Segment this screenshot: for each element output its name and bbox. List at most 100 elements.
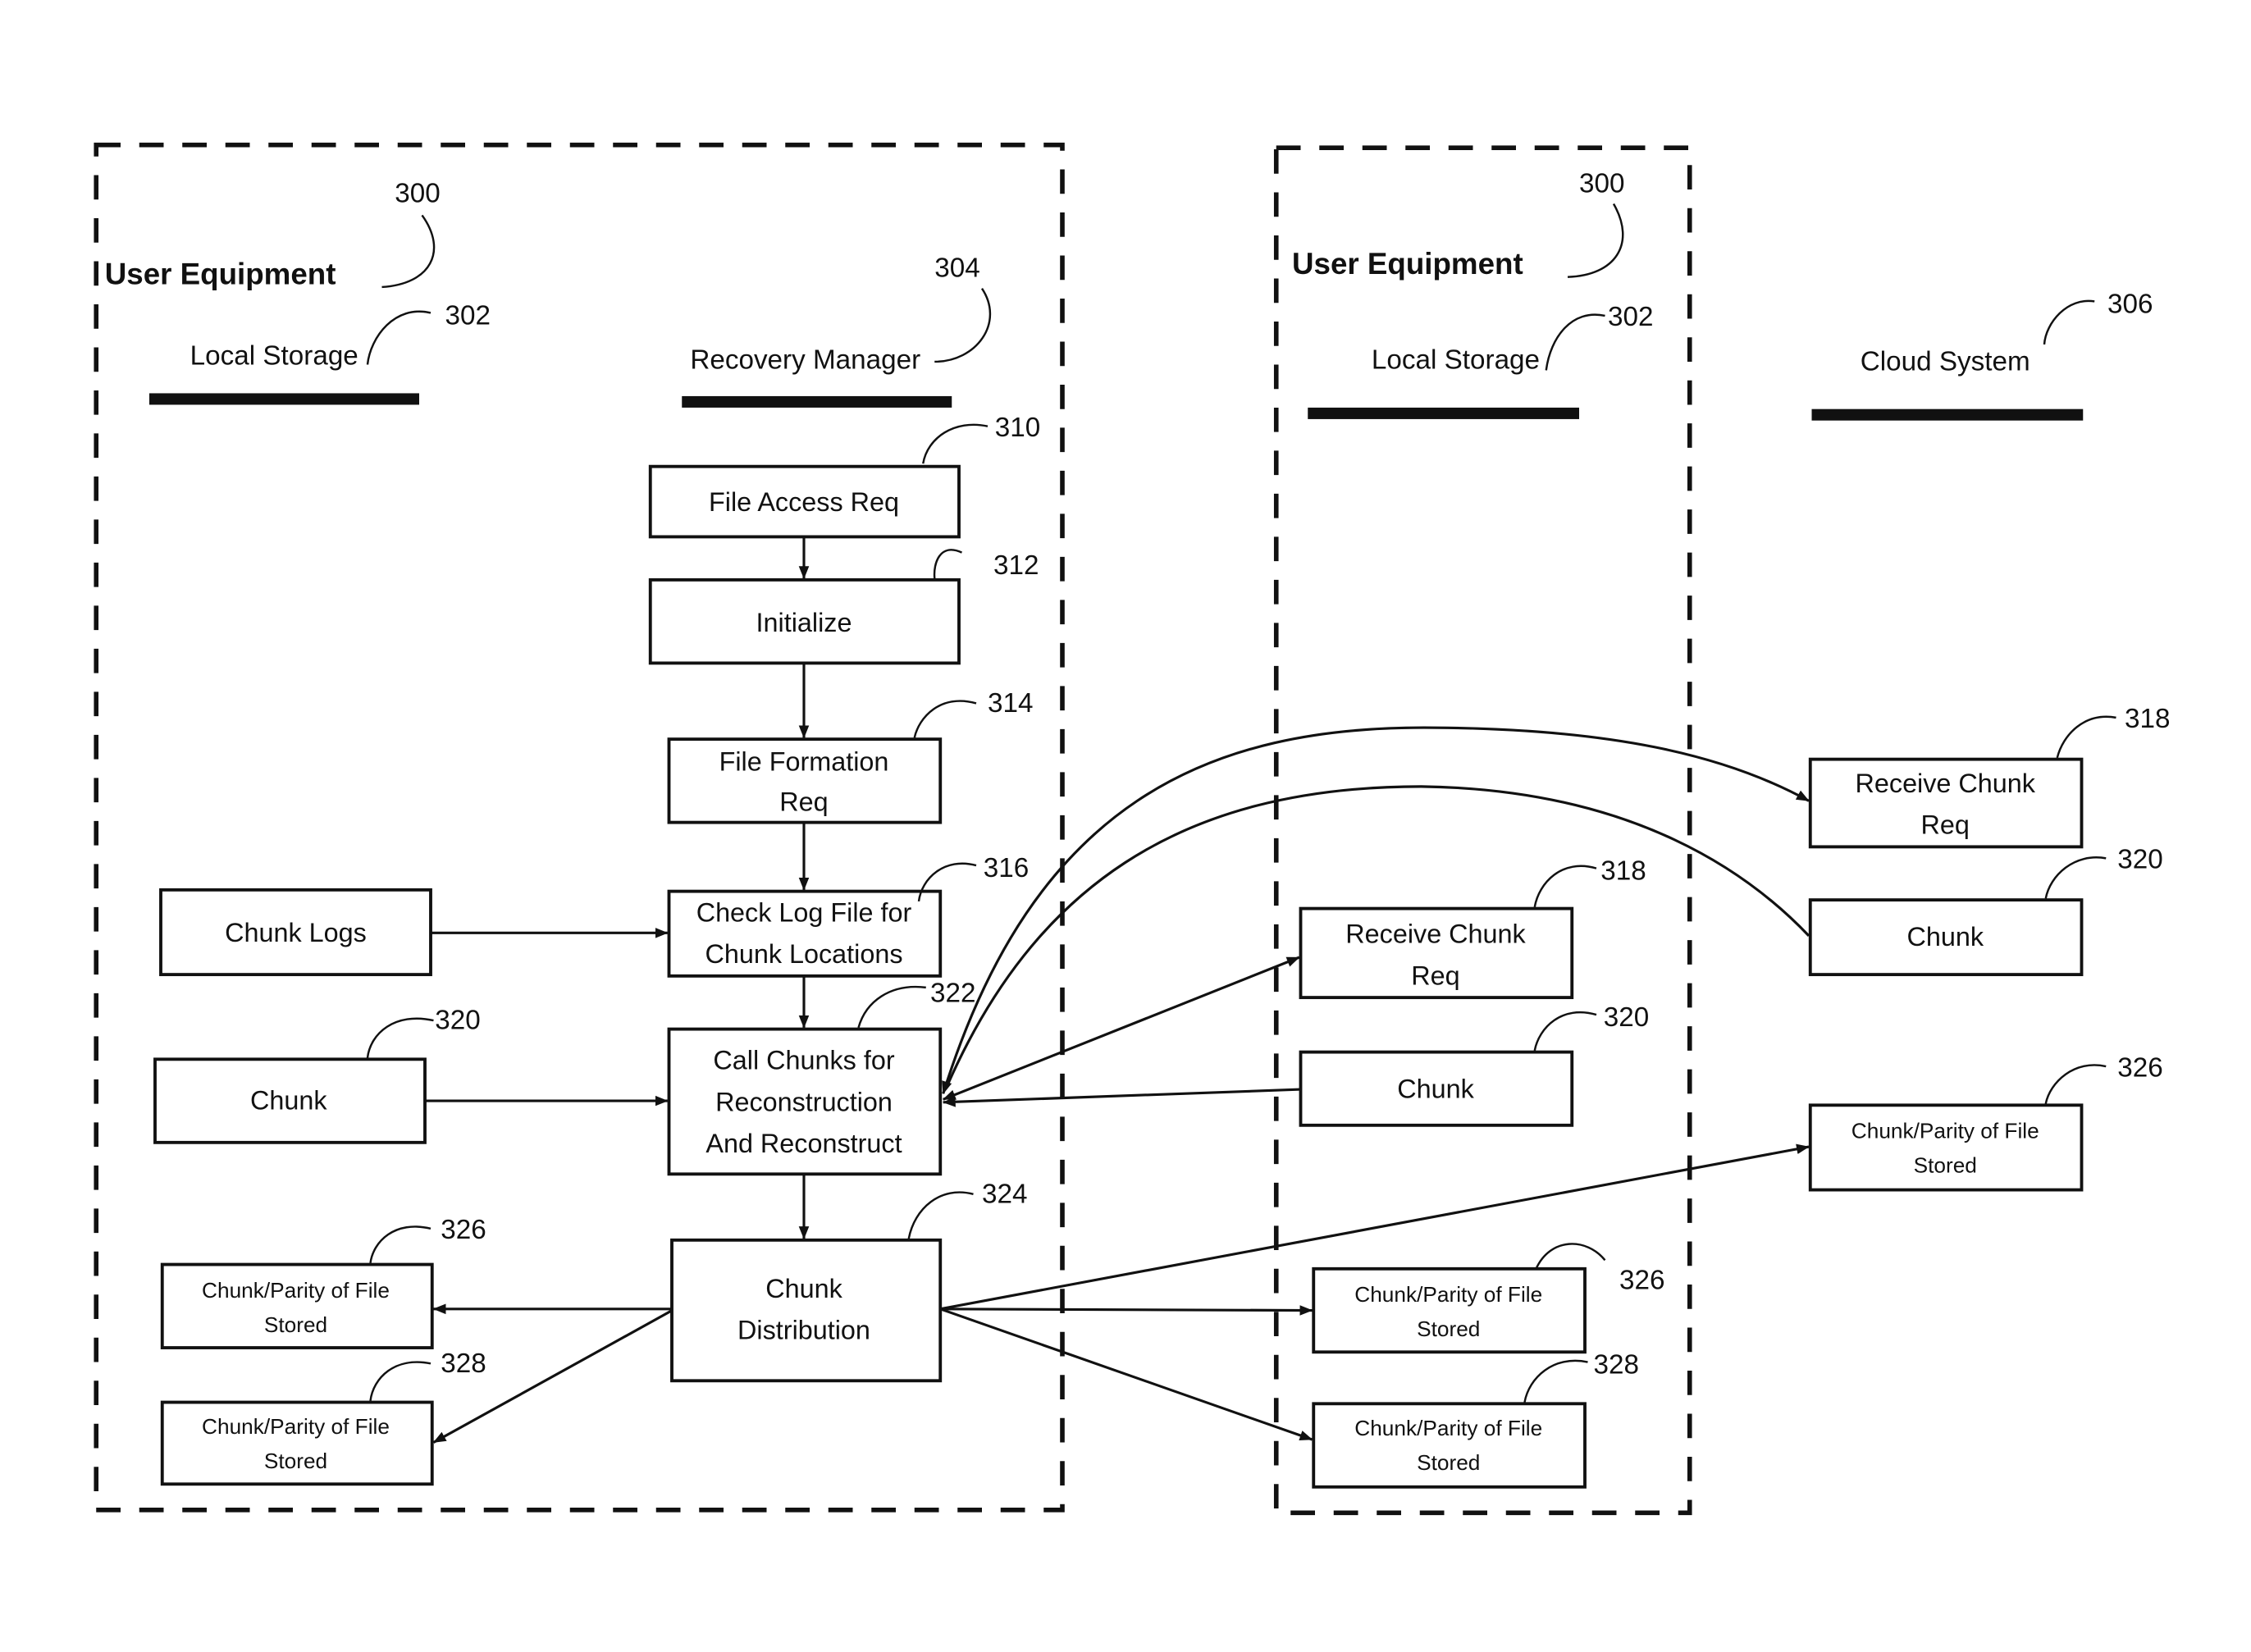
region-ref-left: 300 [395, 179, 440, 209]
recovery-flow-diagram: User Equipment 300 User Equipment 300 Lo… [94, 142, 2170, 1516]
node-chunk-left: Chunk 320 [153, 1006, 481, 1144]
node-stored-left-328: Chunk/Parity of File Stored 328 [160, 1349, 486, 1486]
svg-text:Chunk/Parity of File: Chunk/Parity of File [202, 1278, 390, 1303]
ref-310: 310 [995, 413, 1040, 443]
leader-line [1533, 865, 1597, 908]
lane-bar-cloud-system [1811, 408, 2084, 421]
ref-328-right: 328 [1594, 1350, 1639, 1380]
edge-distribution-to-stored-right-328 [939, 1307, 1313, 1441]
ref-326-cloud: 326 [2117, 1052, 2162, 1083]
svg-text:Receive Chunk: Receive Chunk [1345, 920, 1526, 949]
lane-bar-local-storage-right [1308, 407, 1579, 419]
lane-ref-304: 304 [934, 253, 979, 284]
svg-text:Chunk: Chunk [765, 1274, 842, 1303]
region-title-left: User Equipment [105, 257, 336, 290]
svg-text:Receive Chunk: Receive Chunk [1856, 769, 2036, 798]
svg-text:And Reconstruct: And Reconstruct [705, 1129, 902, 1158]
svg-text:Check Log File for: Check Log File for [696, 897, 912, 927]
svg-text:Chunk Logs: Chunk Logs [225, 918, 367, 947]
leader-line [922, 423, 989, 464]
edge-distribution-to-stored-right-326 [940, 1305, 1313, 1316]
node-chunk-right: Chunk 320 [1299, 1002, 1649, 1127]
node-stored-cloud-326: Chunk/Parity of File Stored 326 [1808, 1052, 2163, 1192]
lane-label-local-storage-right: Local Storage [1372, 345, 1540, 376]
lane-label-local-storage-left: Local Storage [190, 340, 358, 371]
leader-line [1567, 203, 1624, 278]
node-stored-right-328: Chunk/Parity of File Stored 328 [1312, 1350, 1639, 1489]
svg-text:Initialize: Initialize [756, 608, 852, 637]
svg-text:Chunk: Chunk [250, 1086, 327, 1116]
leader-line [934, 288, 992, 363]
leader-line [366, 310, 431, 365]
ref-320-right: 320 [1604, 1002, 1649, 1033]
svg-text:Stored: Stored [1417, 1317, 1480, 1341]
leader-line [2056, 715, 2116, 759]
ref-326-left: 326 [441, 1215, 486, 1245]
ref-328-left: 328 [441, 1349, 486, 1379]
leader-line [1533, 1011, 1597, 1052]
leader-line [907, 1191, 974, 1239]
leader-line [933, 549, 963, 579]
ref-318-right: 318 [1600, 856, 1646, 887]
leader-line [381, 214, 436, 289]
leader-line [369, 1361, 431, 1401]
svg-text:Chunk Locations: Chunk Locations [705, 939, 902, 969]
ref-312: 312 [993, 550, 1039, 581]
leader-line [1545, 313, 1605, 371]
leader-line [2043, 299, 2095, 345]
node-chunk-distribution: Chunk Distribution 324 [670, 1179, 1027, 1383]
leader-line [913, 700, 977, 738]
leader-line [2044, 856, 2107, 899]
ref-314: 314 [988, 688, 1033, 719]
svg-text:Req: Req [1411, 961, 1459, 990]
node-receive-chunk-req-right: Receive Chunk Req 318 [1299, 856, 1646, 1000]
node-chunk-logs: Chunk Logs [159, 888, 432, 977]
svg-text:File Formation: File Formation [719, 747, 889, 777]
svg-text:Reconstruction: Reconstruction [715, 1087, 893, 1116]
lane-label-cloud-system: Cloud System [1861, 346, 2030, 376]
svg-text:Chunk/Parity of File: Chunk/Parity of File [1851, 1119, 2039, 1143]
node-initialize: Initialize 312 [648, 549, 1039, 665]
node-call-chunks: Call Chunks for Reconstruction And Recon… [667, 978, 975, 1176]
node-file-formation-req: File Formation Req 314 [667, 688, 1033, 824]
node-file-access-req: File Access Req 310 [648, 413, 1040, 539]
svg-text:Call Chunks for: Call Chunks for [713, 1046, 894, 1075]
svg-text:Stored: Stored [264, 1312, 327, 1337]
leader-line [1523, 1359, 1588, 1403]
leader-line [2044, 1064, 2107, 1104]
edge-chunk-right-to-callchunks [942, 1088, 1301, 1107]
node-receive-chunk-req-cloud: Receive Chunk Req 318 [1808, 704, 2170, 849]
leader-line [1535, 1243, 1606, 1270]
lane-ref-306: 306 [2107, 289, 2153, 319]
node-stored-right-326: Chunk/Parity of File Stored 326 [1312, 1243, 1664, 1354]
svg-text:Req: Req [779, 787, 828, 817]
leader-line [369, 1225, 431, 1263]
node-chunk-cloud: Chunk 320 [1808, 845, 2163, 977]
node-check-log-file: Check Log File for Chunk Locations 316 [667, 853, 1029, 978]
lane-bar-local-storage-left [149, 393, 419, 405]
ref-320-left: 320 [435, 1006, 480, 1036]
ref-326-right: 326 [1619, 1265, 1664, 1295]
lane-ref-302-right: 302 [1608, 302, 1653, 332]
svg-text:Req: Req [1921, 810, 1970, 840]
region-ref-right: 300 [1579, 168, 1624, 199]
ref-316: 316 [984, 853, 1029, 883]
svg-text:Chunk/Parity of File: Chunk/Parity of File [1354, 1416, 1542, 1440]
edge-callchunks-to-receive-req-right [943, 956, 1300, 1101]
svg-text:Chunk/Parity of File: Chunk/Parity of File [1354, 1282, 1542, 1307]
node-stored-left-326: Chunk/Parity of File Stored 326 [160, 1215, 486, 1349]
svg-text:File Access Req: File Access Req [709, 487, 899, 517]
ref-324: 324 [982, 1179, 1027, 1209]
svg-text:Chunk: Chunk [1397, 1075, 1474, 1104]
leader-line [366, 1017, 434, 1058]
lane-label-recovery-manager: Recovery Manager [690, 345, 920, 376]
lane-bar-recovery-manager [682, 395, 952, 408]
region-title-right: User Equipment [1292, 247, 1523, 281]
svg-text:Stored: Stored [1914, 1153, 1977, 1178]
svg-text:Stored: Stored [264, 1449, 327, 1473]
lane-ref-302-left: 302 [445, 300, 491, 331]
ref-322: 322 [930, 978, 975, 1008]
svg-text:Chunk: Chunk [1906, 922, 1984, 951]
svg-text:Distribution: Distribution [737, 1316, 870, 1345]
svg-text:Chunk/Parity of File: Chunk/Parity of File [202, 1414, 390, 1439]
